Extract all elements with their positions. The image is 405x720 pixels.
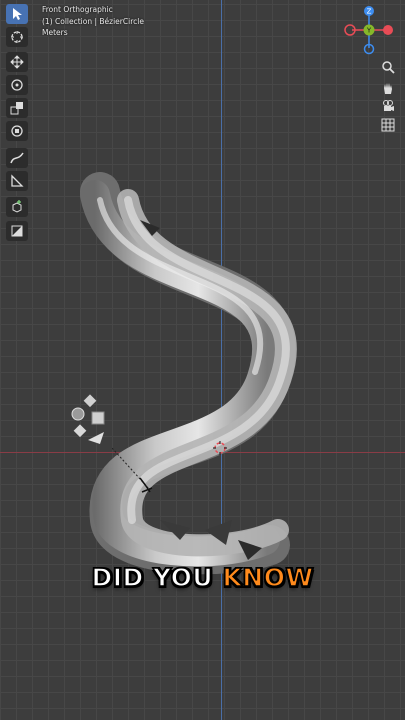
rotate-icon[interactable] <box>6 75 28 95</box>
viewport-info: Front Orthographic (1) Collection | Bézi… <box>42 4 144 39</box>
svg-text:Z: Z <box>367 8 372 16</box>
tube-mesh[interactable] <box>0 0 405 720</box>
pan-hand-icon[interactable] <box>378 79 398 97</box>
drag-arrow-icon <box>112 448 153 493</box>
annotate-icon[interactable] <box>6 148 28 168</box>
navigation-gizmo[interactable]: Z Y <box>340 4 400 60</box>
cursor-3d-icon[interactable] <box>6 27 28 47</box>
units-label: Meters <box>42 28 68 37</box>
3d-viewport[interactable] <box>0 0 405 720</box>
caption-word-2: KNOW <box>222 562 314 593</box>
measure-icon[interactable] <box>6 171 28 191</box>
collection-info: (1) Collection | BézierCircle <box>42 16 144 26</box>
view-name: Front Orthographic <box>42 5 113 14</box>
add-cube-icon[interactable] <box>6 197 28 217</box>
transform-icon[interactable] <box>6 121 28 141</box>
select-cursor-icon[interactable] <box>6 4 28 24</box>
scale-icon[interactable] <box>6 98 28 118</box>
svg-text:Y: Y <box>366 27 372 35</box>
zoom-icon[interactable] <box>378 58 398 76</box>
video-caption: DID YOU KNOW <box>0 562 405 593</box>
3d-cursor-icon[interactable] <box>213 441 227 455</box>
x-axis-handle <box>383 25 393 35</box>
bezier-handle-widget[interactable] <box>70 392 110 448</box>
caption-word-1: DID YOU <box>91 562 214 593</box>
move-icon[interactable] <box>6 52 28 72</box>
extrude-icon[interactable] <box>6 221 28 241</box>
camera-icon[interactable] <box>378 97 398 115</box>
grid-icon[interactable] <box>378 116 398 134</box>
